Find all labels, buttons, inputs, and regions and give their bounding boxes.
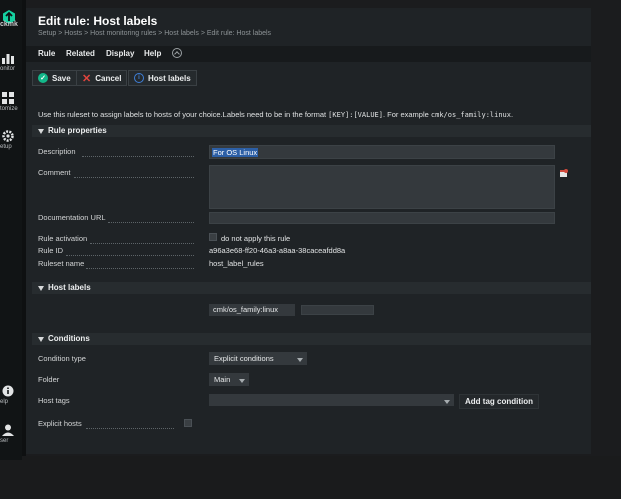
dot-leader xyxy=(86,427,174,429)
sidebar-item-user[interactable]: ser xyxy=(0,424,22,444)
page-title: Edit rule: Host labels xyxy=(38,14,158,28)
disable-rule-text: do not apply this rule xyxy=(221,234,291,243)
ruleset-name-label: Ruleset name xyxy=(38,259,85,268)
logo-text: ckmk xyxy=(0,21,18,28)
explicit-hosts-checkbox[interactable] xyxy=(184,419,192,427)
main-panel: Edit rule: Host labels Setup > Hosts > H… xyxy=(26,8,591,454)
host-label-new-field[interactable] xyxy=(301,305,374,315)
doc-url-label: Documentation URL xyxy=(38,213,106,222)
comment-label: Comment xyxy=(38,168,71,177)
sidebar-label: elp xyxy=(0,399,9,405)
breadcrumb[interactable]: Setup > Hosts > Host monitoring rules > … xyxy=(38,30,271,37)
description-label: Description xyxy=(38,147,76,156)
description-value: For OS Linux xyxy=(212,148,259,157)
sidebar-item-monitor[interactable]: onitor xyxy=(0,52,22,72)
sidebar-label: onitor xyxy=(0,66,16,72)
chevron-down-icon xyxy=(444,400,450,404)
bottom-strip xyxy=(0,456,621,499)
save-button[interactable]: ✓ Save xyxy=(32,70,77,86)
rule-id-label: Rule ID xyxy=(38,246,64,255)
cancel-button[interactable]: ✕ Cancel xyxy=(76,70,128,86)
help-icon xyxy=(2,385,14,397)
dot-leader xyxy=(66,254,194,256)
dot-leader xyxy=(108,221,194,223)
folder-select[interactable]: Main xyxy=(209,373,249,386)
disable-rule-checkbox[interactable] xyxy=(209,233,217,241)
collapse-triangle-icon xyxy=(38,129,44,134)
cancel-label: Cancel xyxy=(95,73,122,83)
dot-leader xyxy=(82,155,194,157)
menu-display[interactable]: Display xyxy=(106,49,134,58)
cross-icon: ✕ xyxy=(82,72,92,85)
dot-leader xyxy=(86,267,194,269)
add-tag-condition-button[interactable]: Add tag condition xyxy=(459,394,539,409)
sidebar-label: tomize xyxy=(0,106,18,112)
setup-icon xyxy=(2,130,14,142)
sidebar-label: etup xyxy=(0,144,12,150)
host-label-icon: i xyxy=(134,73,144,83)
folder-label: Folder xyxy=(38,375,60,384)
sidebar-item-customize[interactable]: tomize xyxy=(0,92,22,112)
sidebar-label: ser xyxy=(0,438,9,444)
sidebar-item-help[interactable]: elp xyxy=(0,385,22,405)
rule-activation-label: Rule activation xyxy=(38,234,88,243)
rule-id-value: a96a3e68-ff20-46a3-a8aa-38caceafdd8a xyxy=(209,246,346,255)
sidebar-item-setup[interactable]: etup xyxy=(0,130,22,150)
collapse-triangle-icon xyxy=(38,337,44,342)
condition-type-label: Condition type xyxy=(38,354,86,363)
host-labels-button[interactable]: i Host labels xyxy=(128,70,197,86)
host-labels-label: Host labels xyxy=(148,73,191,83)
explicit-hosts-label: Explicit hosts xyxy=(38,419,82,428)
save-label: Save xyxy=(52,73,71,83)
dot-leader xyxy=(74,176,194,178)
insert-date-icon[interactable] xyxy=(559,168,569,178)
host-tags-label: Host tags xyxy=(38,396,70,405)
user-icon xyxy=(2,424,14,436)
section-host-labels[interactable]: Host labels xyxy=(32,282,591,294)
host-label-tag[interactable]: cmk/os_family:linux xyxy=(209,304,295,316)
customize-icon xyxy=(2,92,14,104)
menu-help[interactable]: Help xyxy=(144,49,161,58)
comment-field[interactable] xyxy=(209,165,555,209)
ruleset-name-value: host_label_rules xyxy=(209,259,264,268)
sidebar: ckmk onitor tomize etup elp ser xyxy=(0,0,22,460)
collapse-icon[interactable] xyxy=(172,48,182,58)
dot-leader xyxy=(90,242,194,244)
host-tags-select[interactable] xyxy=(209,394,454,406)
ruleset-description: Use this ruleset to assign labels to hos… xyxy=(38,110,514,119)
menu-rule[interactable]: Rule xyxy=(38,49,55,58)
chevron-down-icon xyxy=(239,379,245,383)
chevron-down-icon xyxy=(297,358,303,362)
check-icon: ✓ xyxy=(38,73,48,83)
menu-bar: Rule Related Display Help xyxy=(26,46,591,62)
documentation-url-field[interactable] xyxy=(209,212,555,224)
description-field[interactable]: For OS Linux xyxy=(209,145,555,159)
collapse-triangle-icon xyxy=(38,286,44,291)
section-conditions[interactable]: Conditions xyxy=(32,333,591,345)
section-rule-properties[interactable]: Rule properties xyxy=(32,125,591,137)
condition-type-select[interactable]: Explicit conditions xyxy=(209,352,307,365)
monitor-icon xyxy=(2,54,14,64)
menu-related[interactable]: Related xyxy=(66,49,95,58)
